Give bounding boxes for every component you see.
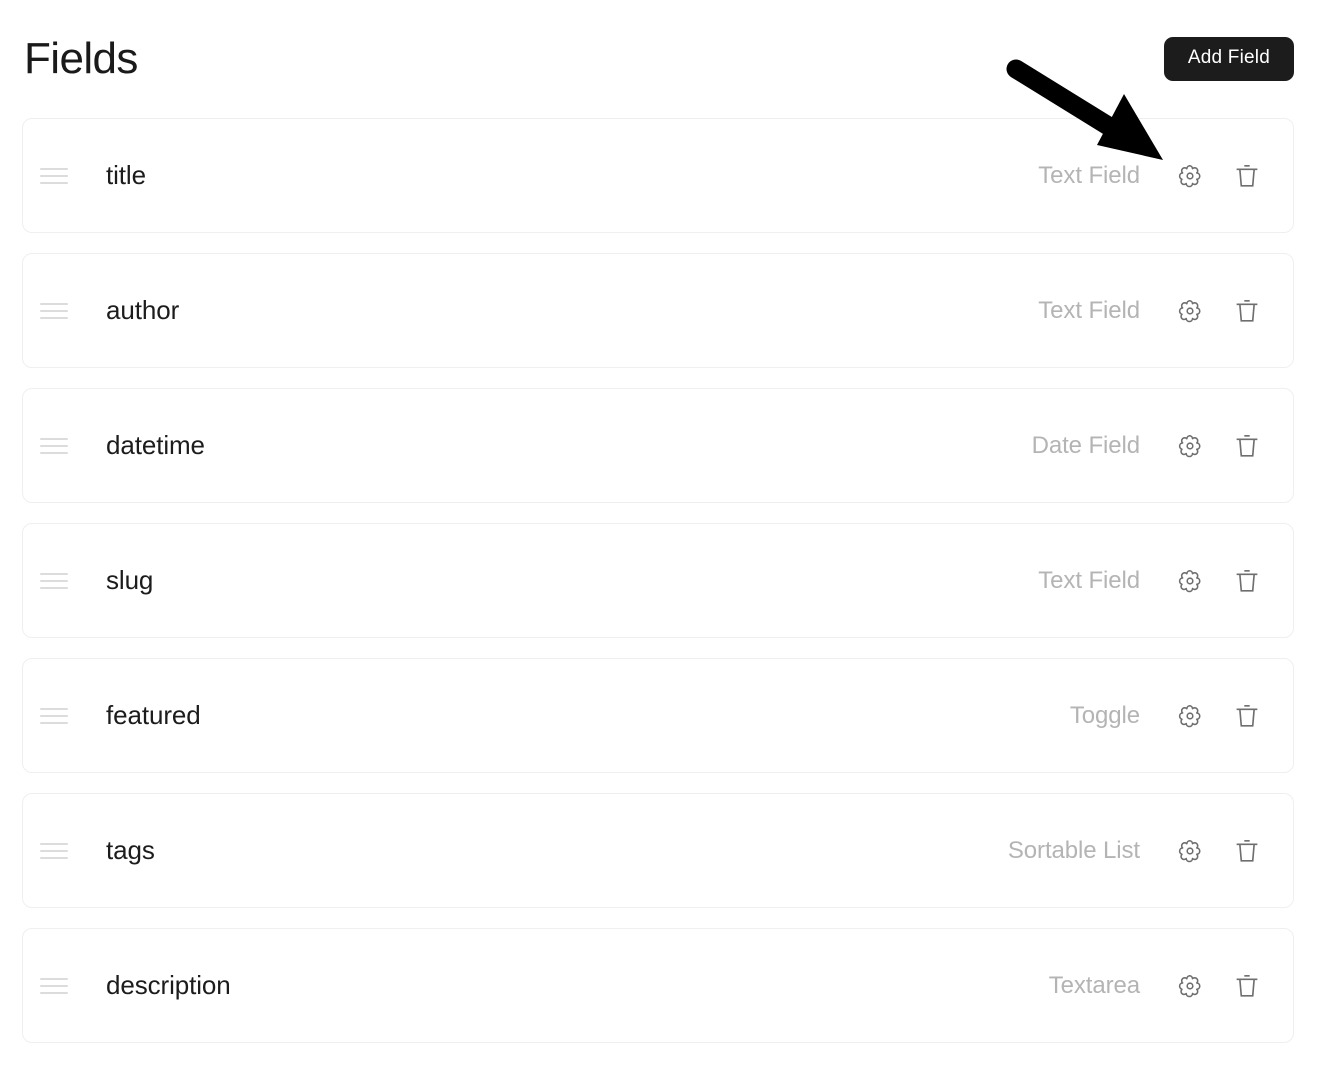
field-row-datetime[interactable]: datetime Date Field — [22, 388, 1294, 503]
drag-handle-icon[interactable] — [23, 437, 85, 454]
trash-icon — [1236, 974, 1258, 997]
field-delete-button-description[interactable] — [1227, 966, 1267, 1006]
field-delete-button-featured[interactable] — [1227, 696, 1267, 736]
field-name: tags — [106, 835, 155, 865]
trash-icon — [1236, 299, 1258, 322]
field-name: author — [106, 295, 180, 325]
field-name: featured — [106, 700, 201, 730]
field-settings-button-title[interactable] — [1170, 156, 1210, 196]
field-delete-button-slug[interactable] — [1227, 561, 1267, 601]
field-type: Textarea — [1048, 971, 1140, 999]
trash-icon — [1236, 164, 1258, 187]
field-delete-button-datetime[interactable] — [1227, 426, 1267, 466]
add-field-button[interactable]: Add Field — [1163, 37, 1294, 81]
field-type: Toggle — [1069, 701, 1140, 729]
field-name: datetime — [106, 430, 205, 460]
field-row-title[interactable]: title Text Field — [22, 118, 1294, 233]
fields-list: title Text Field author Text Field datet… — [0, 118, 1322, 1043]
fields-page: Fields Add Field title Text Field author… — [0, 0, 1322, 1066]
gear-icon — [1178, 164, 1201, 187]
field-settings-button-tags[interactable] — [1170, 831, 1210, 871]
drag-handle-icon[interactable] — [23, 572, 85, 589]
trash-icon — [1236, 839, 1258, 862]
drag-handle-icon[interactable] — [23, 167, 85, 184]
trash-icon — [1236, 704, 1258, 727]
gear-icon — [1178, 974, 1201, 997]
field-row-slug[interactable]: slug Text Field — [22, 523, 1294, 638]
field-type: Text Field — [1038, 296, 1140, 324]
field-settings-button-slug[interactable] — [1170, 561, 1210, 601]
gear-icon — [1178, 704, 1201, 727]
field-name: description — [106, 970, 231, 1000]
field-row-description[interactable]: description Textarea — [22, 928, 1294, 1043]
gear-icon — [1178, 569, 1201, 592]
field-delete-button-author[interactable] — [1227, 291, 1267, 331]
field-type: Sortable List — [1007, 836, 1140, 864]
field-settings-button-author[interactable] — [1170, 291, 1210, 331]
field-row-featured[interactable]: featured Toggle — [22, 658, 1294, 773]
field-settings-button-datetime[interactable] — [1170, 426, 1210, 466]
page-header: Fields Add Field — [0, 0, 1322, 118]
field-name: slug — [106, 565, 154, 595]
field-settings-button-description[interactable] — [1170, 966, 1210, 1006]
field-delete-button-tags[interactable] — [1227, 831, 1267, 871]
field-type: Text Field — [1038, 566, 1140, 594]
field-row-author[interactable]: author Text Field — [22, 253, 1294, 368]
trash-icon — [1236, 434, 1258, 457]
gear-icon — [1178, 299, 1201, 322]
drag-handle-icon[interactable] — [23, 977, 85, 994]
page-title: Fields — [24, 34, 138, 83]
drag-handle-icon[interactable] — [23, 302, 85, 319]
gear-icon — [1178, 839, 1201, 862]
gear-icon — [1178, 434, 1201, 457]
field-row-tags[interactable]: tags Sortable List — [22, 793, 1294, 908]
field-name: title — [106, 160, 146, 190]
field-type: Date Field — [1031, 431, 1140, 459]
field-delete-button-title[interactable] — [1227, 156, 1267, 196]
drag-handle-icon[interactable] — [23, 707, 85, 724]
trash-icon — [1236, 569, 1258, 592]
drag-handle-icon[interactable] — [23, 842, 85, 859]
field-type: Text Field — [1038, 161, 1140, 189]
field-settings-button-featured[interactable] — [1170, 696, 1210, 736]
